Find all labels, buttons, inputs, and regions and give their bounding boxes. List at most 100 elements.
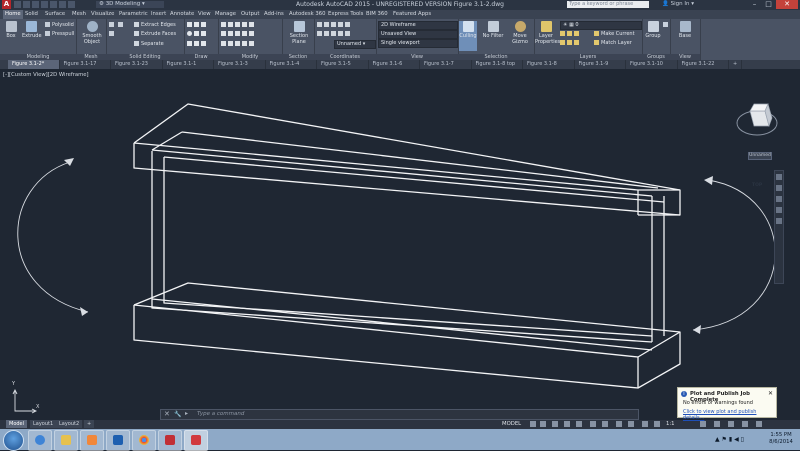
- notification-close-icon[interactable]: ✕: [768, 390, 773, 397]
- workspace-switching-icon[interactable]: [700, 421, 706, 427]
- object-snap-tracking-icon[interactable]: [590, 421, 596, 427]
- taskbar-clock[interactable]: 1:55 PM 8/6/2014: [765, 432, 797, 446]
- solid-intersect-icon[interactable]: [109, 31, 116, 37]
- command-customize-icon[interactable]: 🔧: [174, 411, 181, 418]
- start-button[interactable]: [3, 430, 24, 451]
- layout-tab-model[interactable]: Model: [6, 420, 28, 428]
- showmotion-icon[interactable]: [776, 218, 782, 224]
- isolate-objects-icon[interactable]: [714, 421, 720, 427]
- culling-button[interactable]: Culling: [459, 21, 477, 51]
- network-icon[interactable]: ▮: [729, 436, 732, 443]
- ribbon-tab-annotate[interactable]: Annotate: [170, 11, 194, 17]
- solid-union-icon[interactable]: [109, 22, 116, 28]
- maximize-button[interactable]: □: [762, 0, 775, 9]
- move-gizmo-button[interactable]: Move Gizmo: [508, 21, 532, 45]
- group-tools-icon[interactable]: [663, 22, 670, 28]
- redo-icon[interactable]: [68, 1, 75, 8]
- file-tab[interactable]: Figure 3.1-23: [111, 60, 163, 69]
- file-tab[interactable]: Figure 3.1-1: [163, 60, 214, 69]
- ribbon-tab-add-ins[interactable]: Add-ins: [264, 11, 284, 17]
- file-tab[interactable]: Figure 3.1-3: [214, 60, 266, 69]
- viewcube-face-label[interactable]: TOP: [752, 183, 762, 188]
- file-tab[interactable]: Figure 3.1-17: [60, 60, 111, 69]
- undo-icon[interactable]: [59, 1, 66, 8]
- annotation-visibility-icon[interactable]: [642, 421, 648, 427]
- file-tab[interactable]: Figure 3.1-2*: [8, 60, 60, 69]
- ucs-menu[interactable]: Unnamed: [748, 152, 772, 160]
- taskbar-chrome[interactable]: [132, 430, 156, 451]
- file-tab[interactable]: Figure 3.1-5: [317, 60, 369, 69]
- circle-icon[interactable]: [187, 31, 208, 37]
- ucs-dropdown[interactable]: Unnamed ▾: [334, 40, 376, 49]
- workspace-dropdown[interactable]: ⚙ 3D Modeling ▾: [96, 1, 164, 8]
- power-icon[interactable]: ▯: [741, 436, 744, 443]
- solid-subtract-icon[interactable]: [118, 22, 125, 28]
- make-current-button[interactable]: Make Current: [594, 31, 635, 37]
- flag-icon[interactable]: ⚑: [722, 436, 727, 443]
- presspull-button[interactable]: Presspull: [45, 31, 74, 37]
- polysolid-button[interactable]: Polysolid: [45, 22, 74, 28]
- isodraft-icon[interactable]: [576, 421, 582, 427]
- ribbon-tab-view[interactable]: View: [198, 11, 211, 17]
- ribbon-tab-express-tools[interactable]: Express Tools: [328, 11, 363, 17]
- taskbar-explorer[interactable]: [54, 430, 78, 451]
- file-tab[interactable]: Figure 3.1-8: [523, 60, 575, 69]
- taskbar-ie[interactable]: [28, 430, 52, 451]
- rectangle-icon[interactable]: [187, 41, 208, 47]
- annotation-scale[interactable]: 1:1: [666, 421, 675, 427]
- ribbon-tab-visualize[interactable]: Visualize: [91, 11, 114, 17]
- transparency-icon[interactable]: [628, 421, 634, 427]
- minimize-button[interactable]: –: [748, 0, 761, 9]
- visual-style-dropdown[interactable]: 2D Wireframe: [378, 21, 458, 30]
- recent-commands-icon[interactable]: ▸: [185, 410, 188, 417]
- search-input[interactable]: Type a keyword or phrase: [567, 1, 649, 8]
- save-icon[interactable]: [32, 1, 39, 8]
- add-layout-button[interactable]: +: [84, 420, 95, 428]
- box-button[interactable]: Box: [2, 21, 20, 39]
- ribbon-tab-home[interactable]: Home: [3, 10, 23, 19]
- ribbon-tab-surface[interactable]: Surface: [45, 11, 65, 17]
- ribbon-tab-output[interactable]: Output: [241, 11, 259, 17]
- file-tab[interactable]: Figure 3.1-10: [626, 60, 678, 69]
- base-button[interactable]: Base: [676, 21, 694, 39]
- separate-button[interactable]: Separate: [134, 41, 164, 47]
- tray-expand-icon[interactable]: ▲: [715, 436, 720, 443]
- lineweight-icon[interactable]: [616, 421, 622, 427]
- named-view-dropdown[interactable]: Unsaved View: [378, 30, 458, 39]
- layer-tools-row1[interactable]: [560, 31, 581, 37]
- ribbon-tab-manage[interactable]: Manage: [215, 11, 236, 17]
- ortho-icon[interactable]: [552, 421, 558, 427]
- close-button[interactable]: ✕: [776, 0, 798, 9]
- mirror-icon[interactable]: [221, 41, 256, 47]
- taskbar-autocad-launcher[interactable]: [158, 430, 182, 451]
- move-icon[interactable]: [221, 22, 256, 28]
- ribbon-tab-parametric[interactable]: Parametric: [119, 11, 148, 17]
- extrude-button[interactable]: Extrude: [22, 21, 42, 39]
- ribbon-tab-autodesk-360[interactable]: Autodesk 360: [289, 11, 326, 17]
- notification-details-link[interactable]: Click to view plot and publish details..…: [683, 409, 776, 421]
- layer-properties-button[interactable]: Layer Properties: [535, 21, 560, 45]
- ucs-icons-row1[interactable]: [317, 22, 352, 28]
- volume-icon[interactable]: ◀: [734, 436, 739, 443]
- ribbon-tab-solid[interactable]: Solid: [25, 11, 38, 17]
- line-icon[interactable]: [187, 22, 208, 28]
- steering-wheel-icon[interactable]: [776, 174, 782, 180]
- ucs-icons-row2[interactable]: [317, 31, 352, 37]
- viewport-controls-label[interactable]: [-][Custom View][2D Wireframe]: [3, 72, 89, 78]
- autocad-logo-icon[interactable]: A: [2, 0, 11, 9]
- plot-icon[interactable]: [50, 1, 57, 8]
- sign-in-button[interactable]: 👤 Sign In ▾: [662, 1, 694, 7]
- file-tab[interactable]: Figure 3.1-9: [575, 60, 626, 69]
- section-plane-button[interactable]: Section Plane: [287, 21, 311, 45]
- smooth-object-button[interactable]: Smooth Object: [80, 21, 104, 45]
- orbit-icon[interactable]: [776, 207, 782, 213]
- file-tab[interactable]: Figure 3.1-7: [420, 60, 472, 69]
- ribbon-tab-bim-360[interactable]: BIM 360: [366, 11, 388, 17]
- taskbar-autocad-active[interactable]: [184, 430, 208, 451]
- file-tab[interactable]: Figure 3.1-22: [678, 60, 729, 69]
- ribbon-tab-featured-apps[interactable]: Featured Apps: [393, 11, 431, 17]
- no-filter-button[interactable]: No Filter: [482, 21, 504, 39]
- taskbar-hp[interactable]: [106, 430, 130, 451]
- taskbar-media[interactable]: [80, 430, 104, 451]
- snap-icon[interactable]: [540, 421, 546, 427]
